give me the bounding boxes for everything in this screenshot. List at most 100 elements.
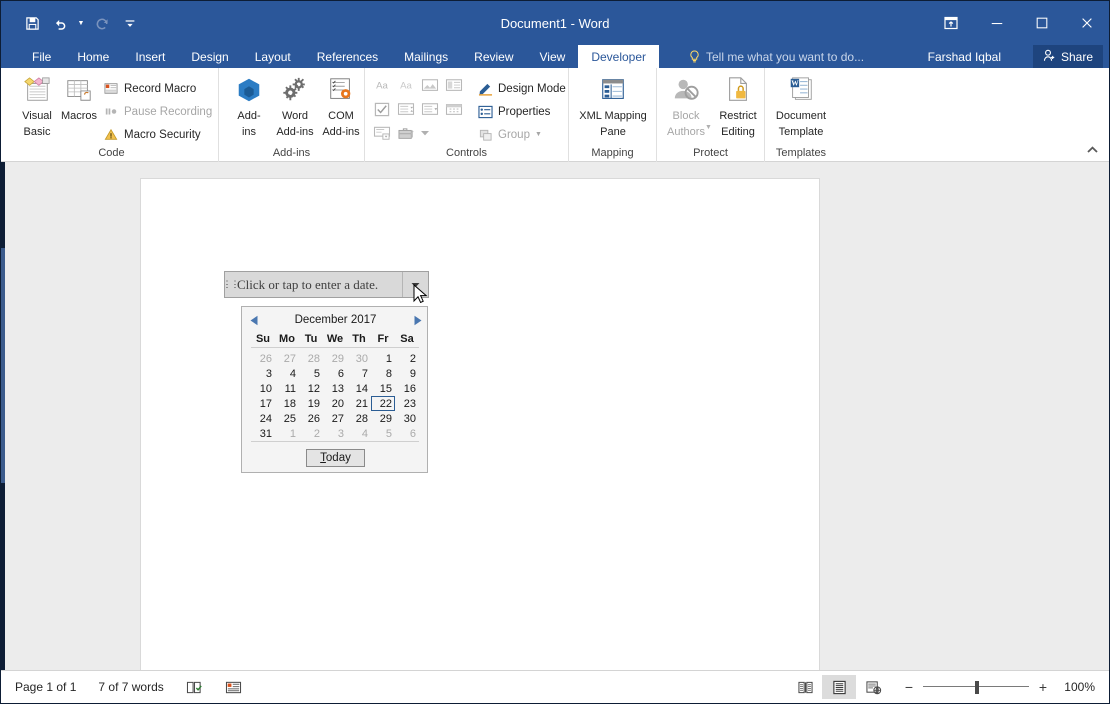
calendar-day[interactable]: 25: [275, 411, 299, 426]
calendar-day[interactable]: 4: [347, 426, 371, 441]
building-block-gallery-icon[interactable]: [443, 74, 465, 96]
page-indicator[interactable]: Page 1 of 1: [15, 680, 76, 694]
next-month-icon[interactable]: [405, 310, 429, 330]
repeating-section-content-control-icon[interactable]: [371, 122, 393, 144]
proofing-errors-icon[interactable]: [186, 680, 203, 695]
language-icon[interactable]: [225, 680, 242, 695]
calendar-day[interactable]: 29: [371, 411, 395, 426]
zoom-slider[interactable]: [923, 680, 1029, 694]
check-box-content-control-icon[interactable]: [371, 98, 393, 120]
close-button[interactable]: [1064, 8, 1109, 38]
calendar-day[interactable]: 2: [395, 351, 419, 366]
group-button[interactable]: Group ▼: [477, 124, 542, 145]
date-picker-content-control-icon[interactable]: [443, 98, 465, 120]
save-icon[interactable]: [19, 10, 45, 36]
record-macro-button[interactable]: Record Macro: [103, 78, 196, 99]
calendar-day[interactable]: 15: [371, 381, 395, 396]
calendar-day[interactable]: 13: [323, 381, 347, 396]
restrict-editing-button[interactable]: Restrict Editing: [711, 73, 765, 141]
calendar-day[interactable]: 1: [275, 426, 299, 441]
calendar-day[interactable]: 27: [323, 411, 347, 426]
calendar-day[interactable]: 6: [323, 366, 347, 381]
calendar-day[interactable]: 28: [347, 411, 371, 426]
calendar-day[interactable]: 7: [347, 366, 371, 381]
tab-file[interactable]: File: [19, 45, 64, 68]
rich-text-content-control-icon[interactable]: Aa: [371, 74, 393, 96]
properties-button[interactable]: Properties: [477, 101, 550, 122]
macro-security-button[interactable]: Macro Security: [103, 124, 201, 145]
collapse-ribbon-icon[interactable]: [1083, 140, 1101, 158]
redo-icon[interactable]: [89, 10, 115, 36]
picture-content-control-icon[interactable]: [419, 74, 441, 96]
calendar-day[interactable]: 23: [395, 396, 419, 411]
macros-button[interactable]: Macros: [51, 73, 107, 141]
group-dropdown-icon[interactable]: ▼: [535, 131, 542, 138]
tab-layout[interactable]: Layout: [242, 45, 304, 68]
calendar-day[interactable]: 31: [251, 426, 275, 441]
pause-recording-button[interactable]: Pause Recording: [103, 101, 212, 122]
tab-mailings[interactable]: Mailings: [391, 45, 461, 68]
calendar-day[interactable]: 3: [323, 426, 347, 441]
calendar-day[interactable]: 30: [347, 351, 371, 366]
calendar-day[interactable]: 26: [251, 351, 275, 366]
calendar-day[interactable]: 30: [395, 411, 419, 426]
print-layout-icon[interactable]: [822, 675, 856, 699]
calendar-day[interactable]: 14: [347, 381, 371, 396]
calendar-day[interactable]: 27: [275, 351, 299, 366]
calendar-day[interactable]: 29: [323, 351, 347, 366]
document-template-button[interactable]: W Document Template: [767, 73, 835, 141]
calendar-day[interactable]: 20: [323, 396, 347, 411]
date-picker-calendar[interactable]: December 2017 Su Mo Tu We Th Fr Sa 26272…: [241, 306, 428, 473]
tab-developer[interactable]: Developer: [578, 45, 659, 68]
calendar-day[interactable]: 16: [395, 381, 419, 396]
calendar-day[interactable]: 21: [347, 396, 371, 411]
tell-me-search[interactable]: Tell me what you want to do...: [689, 45, 864, 68]
zoom-slider-thumb[interactable]: [975, 681, 979, 694]
calendar-day[interactable]: 12: [299, 381, 323, 396]
today-button[interactable]: Today: [306, 449, 365, 467]
xml-mapping-pane-button[interactable]: XML Mapping Pane: [571, 73, 655, 141]
legacy-tools-icon[interactable]: [395, 122, 417, 144]
calendar-day[interactable]: 18: [275, 396, 299, 411]
calendar-day[interactable]: 3: [251, 366, 275, 381]
tab-references[interactable]: References: [304, 45, 391, 68]
calendar-day[interactable]: 4: [275, 366, 299, 381]
previous-month-icon[interactable]: [242, 310, 266, 330]
read-mode-icon[interactable]: [788, 675, 822, 699]
customize-qat-icon[interactable]: [117, 10, 143, 36]
calendar-day[interactable]: 10: [251, 381, 275, 396]
tab-home[interactable]: Home: [64, 45, 122, 68]
calendar-day[interactable]: 19: [299, 396, 323, 411]
design-mode-button[interactable]: Design Mode: [477, 78, 566, 99]
minimize-button[interactable]: [974, 8, 1019, 38]
tab-insert[interactable]: Insert: [122, 45, 178, 68]
plain-text-content-control-icon[interactable]: Aa: [395, 74, 417, 96]
vertical-scroll-thumb[interactable]: [1, 248, 5, 483]
legacy-tools-dropdown-icon[interactable]: [419, 122, 431, 144]
undo-dropdown-icon[interactable]: ▼: [75, 10, 87, 36]
calendar-month-title[interactable]: December 2017: [266, 314, 405, 326]
chevron-down-icon[interactable]: [402, 272, 428, 297]
date-picker-content-control[interactable]: ⋮⋮ Click or tap to enter a date.: [224, 271, 429, 298]
maximize-button[interactable]: [1019, 8, 1064, 38]
date-placeholder-text[interactable]: Click or tap to enter a date.: [236, 272, 402, 297]
zoom-level[interactable]: 100%: [1057, 680, 1095, 694]
share-button[interactable]: Share: [1033, 45, 1103, 68]
tab-design[interactable]: Design: [178, 45, 241, 68]
calendar-day[interactable]: 5: [299, 366, 323, 381]
tab-view[interactable]: View: [527, 45, 579, 68]
calendar-day[interactable]: 5: [371, 426, 395, 441]
ribbon-display-options-icon[interactable]: [928, 8, 974, 38]
web-layout-icon[interactable]: [856, 675, 890, 699]
calendar-day[interactable]: 24: [251, 411, 275, 426]
calendar-day[interactable]: 17: [251, 396, 275, 411]
calendar-day-selected[interactable]: 22: [371, 396, 395, 411]
calendar-day[interactable]: 1: [371, 351, 395, 366]
content-control-handle-icon[interactable]: ⋮⋮: [225, 272, 236, 297]
calendar-day[interactable]: 6: [395, 426, 419, 441]
calendar-day[interactable]: 8: [371, 366, 395, 381]
calendar-day[interactable]: 26: [299, 411, 323, 426]
combo-box-content-control-icon[interactable]: [395, 98, 417, 120]
com-add-ins-button[interactable]: COM Add-ins: [313, 73, 369, 141]
tab-review[interactable]: Review: [461, 45, 526, 68]
